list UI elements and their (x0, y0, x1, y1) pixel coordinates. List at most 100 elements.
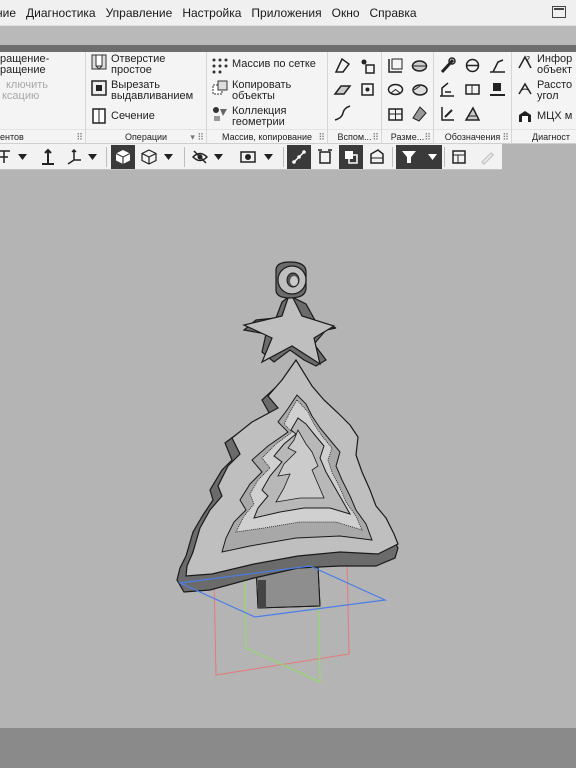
group-title-dimensions: Разме... ⠿ (382, 129, 433, 144)
menu-applications[interactable]: Приложения (246, 6, 326, 20)
menu-help[interactable]: Справка (365, 6, 422, 20)
menu-window[interactable]: Окно (327, 6, 365, 20)
perspective-icon[interactable] (339, 145, 363, 169)
grid-array-button[interactable]: Массив по сетке (211, 57, 316, 74)
tolerance-icon[interactable] (463, 80, 482, 99)
menu-control[interactable]: Управление (101, 6, 178, 20)
axis-icon[interactable] (333, 56, 352, 75)
extrude-cut-label-2: выдавливанием (111, 90, 194, 102)
section-label: Сечение (111, 110, 155, 122)
group-dropdown-icon[interactable]: ▾ ⠿ (190, 130, 204, 144)
distance-angle-button[interactable]: Рассто угол (516, 80, 572, 102)
hole-label-2: простое (111, 64, 152, 76)
grip-icon: ⠿ (76, 132, 83, 142)
copy-objects-label-2: объекты (232, 90, 275, 102)
display-mode-icon[interactable] (365, 145, 389, 169)
base-mark-icon[interactable] (438, 80, 457, 99)
linear-dim-icon[interactable] (386, 56, 405, 75)
mass-inertia-label: МЦХ м (537, 110, 573, 122)
hole-simple-button[interactable]: Отверстие простое (90, 54, 165, 76)
distance-angle-icon (518, 82, 532, 95)
curve-icon[interactable] (333, 104, 352, 123)
3d-viewport[interactable] (0, 170, 576, 728)
object-info-button[interactable]: ? Инфор объект (516, 54, 572, 76)
group-title-operations: Операции ▾ ⠿ (86, 129, 206, 144)
ribbon-group-dimensions: Разме... ⠿ (382, 52, 434, 144)
model-canvas[interactable] (0, 170, 576, 728)
position-mark-icon[interactable] (438, 104, 457, 123)
chamfer-dim-icon[interactable] (410, 104, 429, 123)
view-toolbar (0, 144, 502, 170)
roughness-icon[interactable] (488, 56, 507, 75)
christmas-tree-model[interactable] (176, 261, 399, 593)
object-info-icon: ? (518, 55, 532, 69)
mass-inertia-button[interactable]: МЦХ м (516, 108, 572, 125)
weld-icon[interactable] (488, 80, 507, 99)
dropdown-arrow-icon[interactable] (16, 145, 28, 169)
grid-array-icon (212, 58, 228, 74)
plane-icon[interactable] (333, 80, 352, 99)
grip-icon: ⠿ (372, 132, 379, 142)
wireframe-display-icon[interactable] (137, 145, 161, 169)
filter-icon[interactable] (396, 145, 422, 169)
diameter-dim-icon[interactable] (410, 56, 429, 75)
geometry-collection-button[interactable]: Коллекция геометрии (211, 106, 286, 128)
snap-icon[interactable] (287, 145, 311, 169)
menu-view[interactable]: ние (0, 6, 21, 20)
hide-show-icon[interactable] (188, 145, 212, 169)
grip-icon: ⠿ (318, 132, 325, 142)
rotation-label-2: ращение (0, 64, 46, 76)
point-icon[interactable] (358, 56, 377, 75)
group-title-array-copy: Массив, копирование ⠿ (207, 129, 327, 144)
filter-select-icon[interactable] (0, 145, 16, 169)
leader-icon[interactable] (438, 56, 457, 75)
marking-icon[interactable] (463, 104, 482, 123)
orientation-icon[interactable] (36, 145, 60, 169)
grip-icon: ⠿ (502, 132, 509, 142)
extrude-cut-icon (91, 80, 107, 96)
ribbon-group-auxiliary: Вспом... ⠿ (328, 52, 382, 144)
ribbon-group-elements: ращение- ращение ключить ксацию ентов ⠿ (0, 52, 86, 144)
hole-icon (91, 54, 107, 70)
edit-disabled-icon (475, 145, 499, 169)
measure-icon[interactable] (447, 145, 471, 169)
ribbon-group-operations: Отверстие простое Вырезать выдавливанием… (86, 52, 207, 144)
distance-angle-label-2: угол (537, 90, 559, 102)
dropdown-arrow-icon[interactable] (162, 145, 174, 169)
ribbon-group-diagnostics: ? Инфор объект Рассто угол МЦХ м Диагнос… (512, 52, 576, 144)
section-view-icon[interactable] (313, 145, 337, 169)
section-icon (92, 108, 106, 124)
dropdown-arrow-icon[interactable] (262, 145, 274, 169)
section-button[interactable]: Сечение (90, 108, 155, 125)
lcs-icon[interactable] (358, 80, 377, 99)
ribbon: ращение- ращение ключить ксацию ентов ⠿ … (0, 52, 576, 144)
radius-dim-icon[interactable] (386, 80, 405, 99)
coordinate-system-icon[interactable] (62, 145, 86, 169)
menu-bar: ние Диагностика Управление Настройка При… (0, 0, 576, 26)
filter-dropdown-icon[interactable] (422, 145, 442, 169)
group-title-designations: Обозначения ⠿ (434, 129, 511, 144)
height-dim-icon[interactable] (386, 104, 405, 123)
geometry-collection-icon (213, 107, 227, 121)
restore-window-icon[interactable] (552, 6, 566, 18)
exclude-fixation-button[interactable]: ключить ксацию (0, 80, 48, 102)
dropdown-arrow-icon[interactable] (86, 145, 98, 169)
svg-text:?: ? (526, 55, 530, 64)
stand-face (258, 580, 266, 608)
dropdown-arrow-icon[interactable] (212, 145, 224, 169)
angular-dim-icon[interactable] (410, 80, 429, 99)
visibility-icon[interactable] (236, 145, 260, 169)
kompas-3d-window: ние Диагностика Управление Настройка При… (0, 0, 576, 768)
menu-diagnostics[interactable]: Диагностика (21, 6, 101, 20)
group-title-elements: ентов ⠿ (0, 129, 85, 144)
menu-settings[interactable]: Настройка (177, 6, 246, 20)
toolbar-separator (184, 147, 185, 167)
shaded-display-icon[interactable] (111, 145, 135, 169)
thread-icon[interactable] (463, 56, 482, 75)
copy-objects-button[interactable]: Копировать объекты (211, 80, 291, 102)
copy-objects-icon (212, 80, 228, 95)
group-title-diagnostics: Диагност (512, 129, 576, 144)
rotation-button[interactable]: ращение- ращение (0, 54, 49, 76)
title-strip (0, 26, 576, 45)
extrude-cut-button[interactable]: Вырезать выдавливанием (90, 80, 193, 102)
